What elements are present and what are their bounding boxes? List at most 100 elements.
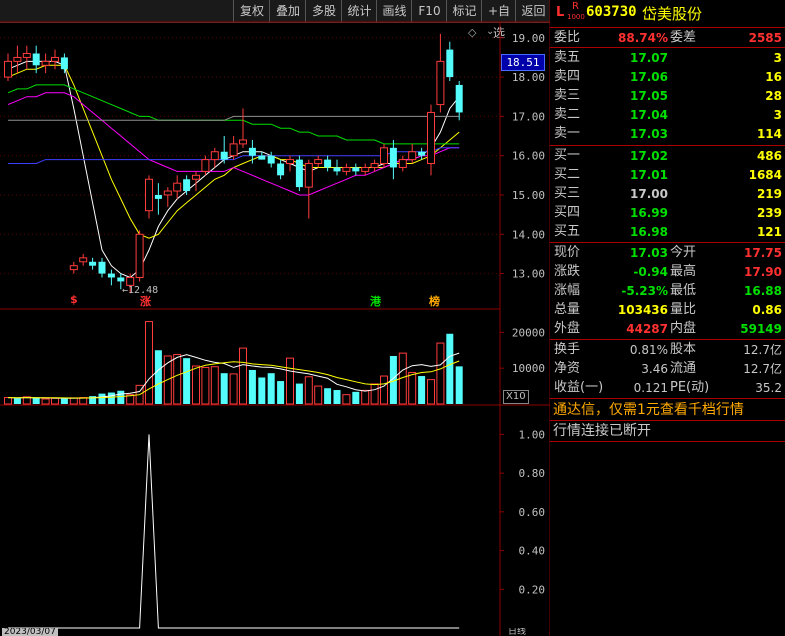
volume-bar[interactable] [173,354,182,405]
indicator-tick-label: 0.80 [519,467,546,480]
volume-bar[interactable] [258,377,266,404]
candle[interactable] [361,163,370,176]
volume-bar[interactable] [286,357,294,405]
volume-bar[interactable] [117,390,125,404]
candle[interactable] [408,143,417,164]
candle[interactable] [446,41,454,82]
volume-bar[interactable] [192,365,200,405]
candle[interactable] [173,175,182,199]
volume-bar[interactable] [361,389,370,405]
candle[interactable] [427,104,435,176]
candle[interactable] [22,45,31,70]
kline-chart[interactable]: 19.00 18.00 17.00 16.00 15.00 14.00 13.00 20000… [0,0,550,636]
volume-bar[interactable] [277,381,285,404]
event-marker-0[interactable]: $ [70,293,78,306]
volume-bar[interactable] [324,388,332,404]
candle-body [4,60,12,78]
candle[interactable] [135,230,144,282]
candle[interactable] [210,147,219,168]
candle[interactable] [4,53,12,82]
candle[interactable] [314,155,323,168]
candle[interactable] [352,163,360,176]
volume-bar[interactable] [370,383,379,405]
candle[interactable] [107,269,115,286]
volume-bar[interactable] [98,393,106,404]
volume-bar[interactable] [51,397,59,405]
volume-bar[interactable] [427,379,435,405]
volume-bar[interactable] [154,350,162,404]
candle[interactable] [13,45,22,74]
volume-bar[interactable] [32,397,40,404]
volume-bar[interactable] [239,347,247,405]
volume-bar[interactable] [4,397,12,405]
sell-level-row: 卖五 17.07 3 [550,49,785,67]
volume-bar[interactable] [295,383,303,404]
fund-value-2: 12.7亿 [743,343,782,357]
candle[interactable] [51,49,59,70]
candle[interactable] [239,108,247,148]
candle[interactable] [69,261,78,274]
chevron-down-icon[interactable]: ⌄ [486,26,494,37]
candle[interactable] [41,53,50,74]
volume-bar[interactable] [455,366,463,404]
candle[interactable] [324,155,332,172]
volume-bar[interactable] [436,342,445,405]
candle[interactable] [380,143,388,168]
candle[interactable] [370,159,379,172]
candle[interactable] [229,136,238,160]
candle[interactable] [295,155,303,192]
volume-bar[interactable] [380,375,388,405]
volume-bar[interactable] [60,398,68,404]
volume-bar[interactable] [69,397,78,405]
volume-bar[interactable] [145,321,153,405]
volume-bar[interactable] [248,369,256,404]
candle[interactable] [145,175,153,219]
candle[interactable] [89,257,97,270]
candle[interactable] [333,159,341,176]
period-label[interactable]: 日线 [508,628,526,636]
candle[interactable] [220,136,228,164]
event-marker-3[interactable]: 榜 [429,293,440,309]
candle[interactable] [455,81,463,121]
volume-bar[interactable] [408,371,417,405]
candle[interactable] [154,183,162,215]
quote-divider [550,27,785,28]
candle[interactable] [389,139,397,180]
diamond-icon[interactable]: ◇ [468,26,476,39]
candle[interactable] [398,155,407,172]
candle[interactable] [163,187,172,207]
candle[interactable] [304,159,313,219]
volume-bar[interactable] [13,398,21,404]
candle[interactable] [79,253,88,266]
volume-bar[interactable] [220,373,228,404]
volume-bar[interactable] [41,398,50,405]
volume-bar[interactable] [107,392,115,404]
candle[interactable] [418,147,426,160]
volume-bar[interactable] [342,394,351,405]
event-marker-2[interactable]: 港 [370,293,381,309]
candle[interactable] [277,159,285,180]
volume-bar[interactable] [267,373,275,404]
volume-bar[interactable] [229,373,238,405]
candle[interactable] [267,151,275,168]
volume-bar[interactable] [418,376,426,404]
volume-bar[interactable] [183,358,191,404]
candle[interactable] [342,163,351,176]
candle[interactable] [201,155,210,176]
sell-price: 17.03 [630,127,668,141]
candle[interactable] [436,33,445,113]
candle[interactable] [286,155,294,172]
volume-bar[interactable] [352,391,360,404]
candle[interactable] [183,175,191,195]
upgrade-notice-link[interactable]: 通达信，仅需1元查看千档行情 [553,400,744,420]
candle[interactable] [248,139,256,164]
volume-bar[interactable] [314,385,323,405]
volume-bar[interactable] [446,333,454,404]
sell-level-row: 卖三 17.05 28 [550,87,785,105]
event-marker-1[interactable]: 涨 [140,293,151,309]
volume-bar[interactable] [201,366,210,405]
volume-bar[interactable] [210,366,219,405]
volume-bar[interactable] [333,390,341,404]
volume-bar[interactable] [304,376,313,405]
candle[interactable] [98,257,106,278]
